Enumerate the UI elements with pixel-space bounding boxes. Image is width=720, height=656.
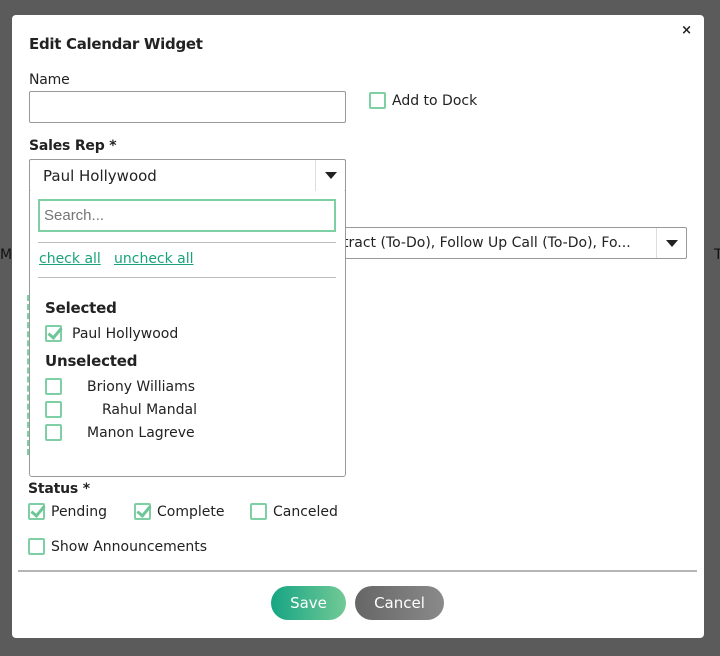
checkbox-checked-icon [45, 325, 62, 342]
checkbox-icon [45, 378, 62, 395]
checkbox-icon [28, 538, 45, 555]
selected-heading: Selected [45, 299, 117, 317]
sales-rep-option[interactable]: Paul Hollywood [45, 325, 178, 342]
check-all-link[interactable]: check all [39, 251, 101, 267]
show-announcements-checkbox[interactable]: Show Announcements [28, 538, 207, 555]
search-input[interactable] [38, 199, 336, 232]
unselected-heading: Unselected [45, 352, 138, 370]
checkbox-icon [369, 92, 386, 109]
name-label: Name [29, 72, 70, 88]
modal-title: Edit Calendar Widget [29, 35, 203, 53]
edit-calendar-widget-modal: Edit Calendar Widget × Name Add to Dock … [12, 15, 704, 638]
cancel-button[interactable]: Cancel [355, 586, 444, 620]
checkbox-icon [250, 503, 267, 520]
status-complete-checkbox[interactable]: Complete [134, 503, 224, 520]
save-button[interactable]: Save [271, 586, 346, 620]
uncheck-all-link[interactable]: uncheck all [114, 251, 194, 267]
sales-rep-select[interactable]: Paul Hollywood [29, 159, 346, 191]
checkbox-checked-icon [134, 503, 151, 520]
sales-rep-label: Sales Rep * [29, 138, 117, 154]
status-pending-checkbox[interactable]: Pending [28, 503, 107, 520]
sales-rep-option[interactable]: Rahul Mandal [45, 401, 197, 418]
option-label: Manon Lagreve [87, 424, 195, 441]
sales-rep-option[interactable]: Briony Williams [45, 378, 195, 395]
sales-rep-value: Paul Hollywood [43, 167, 157, 185]
checkbox-icon [45, 424, 62, 441]
background-text: T [714, 247, 720, 263]
checkbox-label: Complete [157, 503, 225, 520]
divider [18, 570, 697, 572]
option-label: Paul Hollywood [72, 325, 179, 342]
sales-rep-option[interactable]: Manon Lagreve [45, 424, 195, 441]
checkbox-label: Show Announcements [51, 538, 208, 555]
checkbox-label: Canceled [273, 503, 338, 520]
chevron-down-icon [665, 239, 678, 247]
option-label: Rahul Mandal [102, 401, 197, 418]
add-to-dock-label: Add to Dock [392, 92, 478, 109]
chevron-down-icon [324, 172, 337, 179]
checkbox-label: Pending [51, 503, 107, 520]
status-canceled-checkbox[interactable]: Canceled [250, 503, 338, 520]
checkbox-checked-icon [28, 503, 45, 520]
name-input[interactable] [29, 91, 346, 123]
option-label: Briony Williams [87, 378, 196, 395]
add-to-dock-checkbox[interactable]: Add to Dock [369, 92, 477, 109]
checkbox-icon [45, 401, 62, 418]
close-icon[interactable]: × [681, 23, 692, 38]
status-label: Status * [28, 481, 90, 497]
sales-rep-dropdown: check all uncheck all Selected Paul Holl… [29, 159, 346, 477]
types-select[interactable]: tract (To-Do), Follow Up Call (To-Do), F… [340, 227, 687, 259]
types-value: tract (To-Do), Follow Up Call (To-Do), F… [343, 235, 631, 251]
